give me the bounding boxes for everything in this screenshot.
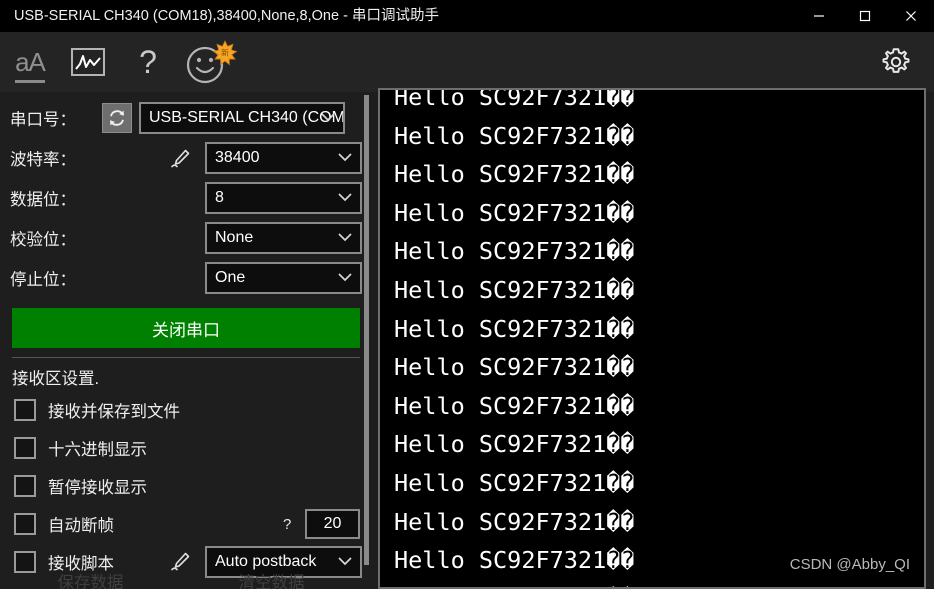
checkbox-label: 自动断帧 [48,517,114,535]
waveform-icon[interactable] [60,32,116,92]
window-title: USB-SERIAL CH340 (COM18),38400,None,8,On… [14,8,439,24]
terminal-line: Hello SC92F7321�� [394,88,635,111]
checkbox-save-to-file[interactable] [14,399,36,421]
help-label: ? [139,43,157,80]
stopbits-select[interactable]: One [205,262,362,294]
databits-select[interactable]: 8 [205,182,362,214]
terminal-line: Hello SC92F7321�� [394,275,635,304]
terminal-line: Hello SC92F7321�� [394,237,635,266]
receive-settings-title: 接收区设置. [12,370,100,388]
stopbits-value: One [215,269,246,286]
checkbox-pause-display[interactable] [14,475,36,497]
sidebar-scrollbar[interactable] [363,92,370,589]
parity-value: None [215,229,254,246]
font-size-label: aA [15,46,46,77]
port-value: USB-SERIAL CH340 (COM18) [149,109,345,126]
toolbar: aA ? 新 [0,32,934,92]
parity-row: 校验位： None [0,218,362,258]
checkbox-label: 接收并保存到文件 [48,403,180,421]
maximize-button[interactable] [842,0,888,32]
terminal-line: Hello SC92F7321�� [394,314,635,343]
port-select[interactable]: USB-SERIAL CH340 (COM18) [139,102,345,134]
checkbox-hex-display[interactable] [14,437,36,459]
checkbox-row-hex-display[interactable]: 十六进制显示 [0,429,362,467]
parity-select[interactable]: None [205,222,362,254]
terminal-line: Hello SC92F7321�� [394,507,635,536]
databits-label: 数据位： [10,191,76,209]
stopbits-row: 停止位： One [0,258,362,298]
checkbox-label: 十六进制显示 [48,441,147,459]
receive-display-panel[interactable]: Hello SC92F7321�� Hello SC92F7321�� Hello … [378,88,926,589]
sidebar-bottom-buttons: 保存数据 清空数据 [0,569,362,589]
terminal-line: Hello SC92F7321�� [394,430,635,459]
save-data-button[interactable]: 保存数据 [0,569,181,589]
terminal-line: Hello SC92F7321�� [394,468,635,497]
terminal-line: Hello SC92F7321�� [394,198,635,227]
minimize-button[interactable] [796,0,842,32]
auto-frame-input[interactable]: 20 [305,509,360,539]
baudrate-row: 波特率： 38400 [0,138,362,178]
title-bar: USB-SERIAL CH340 (COM18),38400,None,8,On… [0,0,934,32]
terminal-line: Hello SC92F7321�� [394,121,635,150]
pen-icon[interactable] [170,148,192,175]
close-port-button[interactable]: 关闭串口 [12,308,360,348]
checkbox-row-pause-display[interactable]: 暂停接收显示 [0,467,362,505]
port-row: 串口号： USB-SERIAL CH340 (COM18) [0,98,362,138]
settings-sidebar: 串口号： USB-SERIAL CH340 (COM18) 波特率： [0,92,362,589]
checkbox-label: 暂停接收显示 [48,479,147,497]
app-window: USB-SERIAL CH340 (COM18),38400,None,8,On… [0,0,934,589]
window-controls [796,0,934,32]
chevron-down-icon [337,149,353,167]
refresh-icon[interactable] [102,103,132,133]
terminal-line: Hello SC92F7321�� [394,580,924,587]
clear-data-button[interactable]: 清空数据 [181,569,362,589]
stopbits-label: 停止位： [10,271,76,289]
gear-icon[interactable] [866,32,926,92]
sidebar-scrollbar-thumb[interactable] [364,95,369,565]
chevron-down-icon [337,269,353,287]
databits-value: 8 [215,189,224,206]
watermark: CSDN @Abby_QI [789,556,910,573]
checkbox-row-auto-frame[interactable]: 自动断帧 ? 20 [0,505,362,543]
baudrate-value: 38400 [215,149,260,166]
terminal-line: Hello SC92F7321�� [394,391,635,420]
chevron-down-icon [320,109,336,127]
checkbox-auto-frame[interactable] [14,513,36,535]
auto-frame-help-icon[interactable]: ? [283,516,291,533]
help-icon[interactable]: ? [120,32,176,92]
svg-text:新: 新 [221,48,229,58]
terminal-line: Hello SC92F7321�� [394,160,635,189]
close-button[interactable] [888,0,934,32]
checkbox-row-save-to-file[interactable]: 接收并保存到文件 [0,391,362,429]
baudrate-label: 波特率： [10,151,76,169]
parity-label: 校验位： [10,231,76,249]
terminal-output: Hello SC92F7321�� Hello SC92F7321�� Hello … [380,88,924,587]
smiley-icon[interactable]: 新 [178,32,240,92]
font-size-underline [15,80,45,83]
sidebar-divider [12,357,360,358]
databits-row: 数据位： 8 [0,178,362,218]
baudrate-select[interactable]: 38400 [205,142,362,174]
chevron-down-icon [337,189,353,207]
port-label: 串口号： [10,111,76,129]
chevron-down-icon [337,229,353,247]
terminal-line: Hello SC92F7321�� [394,353,635,382]
font-size-icon[interactable]: aA [2,32,58,92]
